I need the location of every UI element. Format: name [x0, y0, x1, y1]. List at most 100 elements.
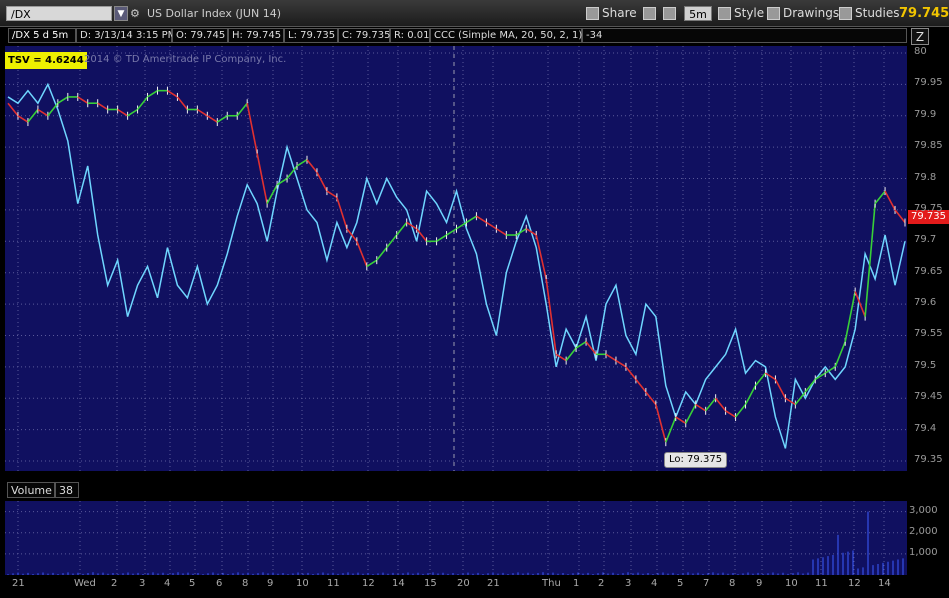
price-tick-label: 79.8: [914, 171, 937, 183]
price-bar: [296, 159, 308, 167]
time-tick-label: 4: [164, 578, 171, 589]
price-tick-label: 79.9: [914, 108, 937, 120]
price-bar: [715, 397, 727, 412]
time-tick-label: 11: [815, 578, 828, 589]
time-tick-label: 6: [216, 578, 223, 589]
volume-tick-label: 2,000: [909, 525, 938, 537]
price-bar: [436, 234, 447, 242]
volume-tick-label: 3,000: [909, 504, 938, 516]
chart-svg: [5, 46, 907, 575]
time-tick-label: Wed: [74, 578, 96, 589]
price-bar: [47, 102, 59, 117]
price-bar: [894, 209, 906, 223]
time-tick-label: 12: [362, 578, 375, 589]
time-tick-label: 5: [677, 578, 684, 589]
price-bar: [167, 89, 178, 98]
price-bar: [37, 108, 49, 117]
price-bar: [834, 341, 846, 368]
price-bar: [466, 215, 477, 224]
price-bar: [356, 241, 368, 267]
price-bar: [754, 372, 767, 387]
price-bar: [794, 391, 806, 406]
price-bar: [744, 385, 757, 405]
time-tick-label: 2: [598, 578, 605, 589]
price-bar: [884, 190, 896, 211]
price-bar: [17, 115, 29, 123]
price-bar: [77, 96, 89, 104]
time-tick-label: 20: [457, 578, 470, 589]
time-tick-label: 10: [785, 578, 798, 589]
low-price-label: Lo: 79.375: [664, 452, 728, 468]
price-bar: [127, 108, 138, 117]
price-tick-label: 79.7: [914, 234, 937, 246]
price-bar: [216, 115, 228, 123]
ccc-study-line: [7, 82, 906, 449]
time-tick-label: 14: [878, 578, 891, 589]
price-bar: [495, 228, 507, 236]
price-bar: [774, 379, 787, 399]
price-tick-label: 79.5: [914, 359, 937, 371]
time-tick-label: 8: [729, 578, 736, 589]
price-tick-label: 79.4: [914, 422, 937, 434]
price-tick-label: 79.75: [914, 202, 943, 214]
price-tick-label: 79.45: [914, 391, 943, 403]
price-bar: [446, 228, 457, 236]
price-bar: [615, 359, 627, 368]
price-bar: [874, 190, 886, 205]
price-tick-label: 79.6: [914, 297, 937, 309]
price-bar: [635, 378, 647, 393]
price-bar: [734, 404, 747, 418]
price-bar: [7, 102, 19, 117]
time-tick-label: 7: [703, 578, 710, 589]
volume-tick-label: 1,000: [909, 546, 938, 558]
price-bar: [97, 102, 109, 111]
time-tick-label: 21: [487, 578, 500, 589]
price-bar: [246, 103, 258, 154]
price-bar: [136, 96, 149, 110]
time-tick-label: 1: [573, 578, 580, 589]
time-tick-label: 11: [327, 578, 340, 589]
price-bar: [665, 416, 677, 443]
price-bar: [685, 404, 697, 424]
price-bar: [306, 159, 318, 173]
price-tick-label: 79.65: [914, 265, 943, 277]
time-tick-label: 21: [12, 578, 25, 589]
price-bar: [326, 190, 338, 199]
price-bar: [784, 397, 796, 406]
price-bar: [655, 404, 667, 443]
price-tick-label: 79.95: [914, 77, 943, 89]
price-bar: [645, 391, 657, 406]
price-bar: [485, 221, 497, 230]
price-bar: [396, 221, 408, 236]
price-tick-label: 79.55: [914, 328, 943, 340]
time-tick-label: 2: [111, 578, 118, 589]
time-tick-label: Thu: [542, 578, 561, 589]
price-tick-label: 80: [914, 46, 927, 57]
time-tick-label: 9: [756, 578, 763, 589]
time-tick-label: 12: [848, 578, 861, 589]
price-bar: [176, 96, 189, 110]
price-bar: [605, 353, 617, 362]
time-tick-label: 10: [296, 578, 309, 589]
time-tick-label: 9: [267, 578, 274, 589]
time-tick-label: 4: [651, 578, 658, 589]
time-tick-label: 14: [392, 578, 405, 589]
price-bar: [625, 366, 637, 380]
price-bar: [864, 203, 876, 317]
time-tick-label: 5: [189, 578, 196, 589]
price-bar: [206, 115, 218, 123]
price-bar: [695, 403, 707, 412]
price-bar: [366, 259, 378, 268]
price-bar: [565, 347, 577, 362]
price-bar: [316, 171, 328, 192]
price-bar: [476, 215, 487, 224]
tsv-label: TSV = 4.6244: [5, 52, 87, 69]
price-bar: [117, 108, 129, 117]
time-tick-label: 15: [424, 578, 437, 589]
price-tick-label: 79.85: [914, 140, 943, 152]
price-bar: [147, 89, 158, 98]
time-tick-label: 3: [625, 578, 632, 589]
price-bar: [675, 416, 687, 425]
time-tick-label: 8: [242, 578, 249, 589]
time-tick-label: 3: [139, 578, 146, 589]
